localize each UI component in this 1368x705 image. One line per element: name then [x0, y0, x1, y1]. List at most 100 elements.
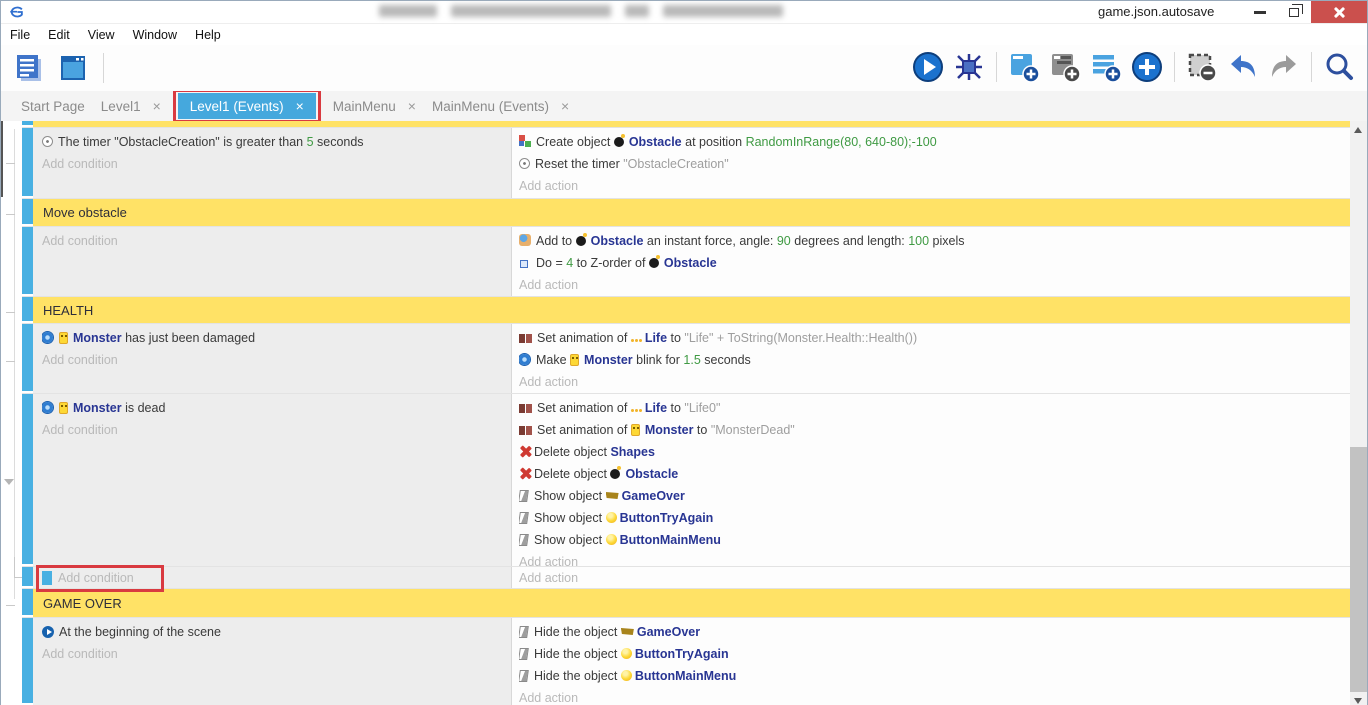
undo-button[interactable] — [1225, 49, 1261, 85]
add-condition[interactable]: Add condition — [42, 349, 503, 371]
minimize-button[interactable] — [1243, 1, 1277, 23]
event-drag-handle-icon[interactable] — [42, 571, 52, 585]
add-action[interactable]: Add action — [519, 274, 1342, 296]
scene-editor-icon — [57, 52, 89, 84]
text-segment: Show object — [534, 489, 606, 503]
text-segment: Set animation of — [537, 401, 631, 415]
text-segment: an instant force, angle: — [643, 234, 776, 248]
tab-mainmenu-events[interactable]: MainMenu (Events) × — [424, 94, 577, 118]
condition-line[interactable]: The timer "ObstacleCreation" is greater … — [42, 131, 503, 153]
tab-label: MainMenu — [333, 99, 396, 114]
group-header-partial[interactable] — [22, 121, 1350, 128]
menu-view[interactable]: View — [79, 26, 124, 44]
scroll-down-icon[interactable] — [1354, 698, 1362, 704]
add-subevent-button[interactable] — [1047, 49, 1083, 85]
text-segment: Delete object — [534, 445, 610, 459]
remove-event-button[interactable] — [1184, 49, 1220, 85]
scene-begin-icon — [42, 626, 54, 638]
action-line[interactable]: Set animation of Monster to "MonsterDead… — [519, 419, 1342, 441]
menu-window[interactable]: Window — [124, 26, 186, 44]
timer-icon — [42, 136, 53, 147]
collapse-arrow-icon[interactable] — [4, 479, 14, 485]
vertical-scrollbar[interactable] — [1350, 121, 1367, 705]
menu-edit[interactable]: Edit — [39, 26, 79, 44]
action-line[interactable]: Hide the object GameOver — [519, 621, 1342, 643]
text-segment: "ObstacleCreation" — [114, 135, 219, 149]
tab-close-icon[interactable]: × — [561, 98, 569, 114]
add-condition[interactable]: Add condition — [42, 153, 503, 175]
action-line[interactable]: Add to Obstacle an instant force, angle:… — [519, 230, 1342, 252]
action-line[interactable]: Set animation of Life to "Life" + ToStri… — [519, 327, 1342, 349]
add-condition-highlighted[interactable]: Add condition — [42, 568, 503, 588]
action-line[interactable]: Hide the object ButtonTryAgain — [519, 643, 1342, 665]
action-line[interactable]: Reset the timer "ObstacleCreation" — [519, 153, 1342, 175]
add-element-button[interactable] — [1129, 49, 1165, 85]
add-action[interactable]: Add action — [519, 371, 1342, 393]
menu-bar: File Edit View Window Help — [1, 23, 1367, 45]
action-line[interactable]: Show object GameOver — [519, 485, 1342, 507]
add-event-button[interactable] — [1006, 49, 1042, 85]
action-line[interactable]: Hide the object ButtonMainMenu — [519, 665, 1342, 687]
tab-close-icon[interactable]: × — [296, 98, 304, 114]
action-line[interactable]: Make Monster blink for 1.5 seconds — [519, 349, 1342, 371]
tab-close-icon[interactable]: × — [408, 98, 416, 114]
action-line[interactable]: Delete object Obstacle — [519, 463, 1342, 485]
condition-line[interactable]: Monster has just been damaged — [42, 327, 503, 349]
group-header-health[interactable]: HEALTH — [22, 297, 1350, 324]
action-line[interactable]: Show object ButtonTryAgain — [519, 507, 1342, 529]
add-action[interactable]: Add action — [519, 568, 1342, 588]
project-manager-button[interactable] — [11, 50, 47, 86]
menu-file[interactable]: File — [1, 26, 39, 44]
tab-level1-events[interactable]: Level1 (Events) × — [178, 93, 316, 119]
restore-button[interactable] — [1277, 1, 1311, 23]
text-segment: Hide the object — [534, 625, 621, 639]
life-object-icon — [631, 409, 643, 413]
action-line[interactable]: Set animation of Life to "Life0" — [519, 397, 1342, 419]
close-button[interactable] — [1311, 1, 1367, 23]
add-event-icon — [1008, 51, 1040, 83]
create-object-icon — [519, 135, 531, 147]
event-indent-bar — [22, 297, 33, 321]
text-segment: seconds — [701, 353, 751, 367]
text-segment: Obstacle — [591, 234, 644, 248]
add-condition[interactable]: Add condition — [42, 419, 503, 441]
action-line[interactable]: Show object ButtonMainMenu — [519, 529, 1342, 551]
add-condition[interactable]: Add condition — [42, 643, 503, 665]
text-segment: Show object — [534, 511, 606, 525]
scroll-up-icon[interactable] — [1354, 127, 1362, 133]
group-header-move-obstacle[interactable]: Move obstacle — [22, 199, 1350, 227]
scene-editor-button[interactable] — [55, 50, 91, 86]
menu-help[interactable]: Help — [186, 26, 230, 44]
scrollbar-thumb[interactable] — [1350, 447, 1367, 692]
condition-line[interactable]: Monster is dead — [42, 397, 503, 419]
preview-play-button[interactable] — [910, 49, 946, 85]
search-button[interactable] — [1321, 49, 1357, 85]
text-segment: is dead — [122, 401, 166, 415]
action-line[interactable]: Create object Obstacle at position Rando… — [519, 131, 1342, 153]
tree-guide — [6, 605, 15, 606]
debug-button[interactable] — [951, 49, 987, 85]
tab-close-icon[interactable]: × — [153, 98, 161, 114]
tree-guide — [6, 312, 15, 313]
condition-line[interactable]: At the beginning of the scene — [42, 621, 503, 643]
text-segment: 5 — [307, 135, 314, 149]
tab-start-page[interactable]: Start Page — [13, 95, 93, 118]
add-comment-button[interactable] — [1088, 49, 1124, 85]
tab-mainmenu[interactable]: MainMenu × — [325, 94, 424, 118]
window-title: game.json.autosave — [1098, 4, 1214, 19]
button-object-icon — [606, 534, 617, 545]
text-segment: to — [667, 401, 684, 415]
add-action[interactable]: Add action — [519, 175, 1342, 197]
text-segment: blink for — [633, 353, 684, 367]
action-line[interactable]: Delete object Shapes — [519, 441, 1342, 463]
tab-level1[interactable]: Level1 × — [93, 94, 169, 118]
event-indent-bar — [22, 227, 33, 294]
text-segment: to — [667, 331, 684, 345]
text-segment: to — [693, 423, 710, 437]
z-order-icon — [520, 260, 528, 268]
group-header-game-over[interactable]: GAME OVER — [22, 589, 1350, 618]
add-action[interactable]: Add action — [519, 687, 1342, 705]
redo-button[interactable] — [1266, 49, 1302, 85]
add-condition[interactable]: Add condition — [42, 230, 503, 252]
action-line[interactable]: Do = 4 to Z-order of Obstacle — [519, 252, 1342, 274]
